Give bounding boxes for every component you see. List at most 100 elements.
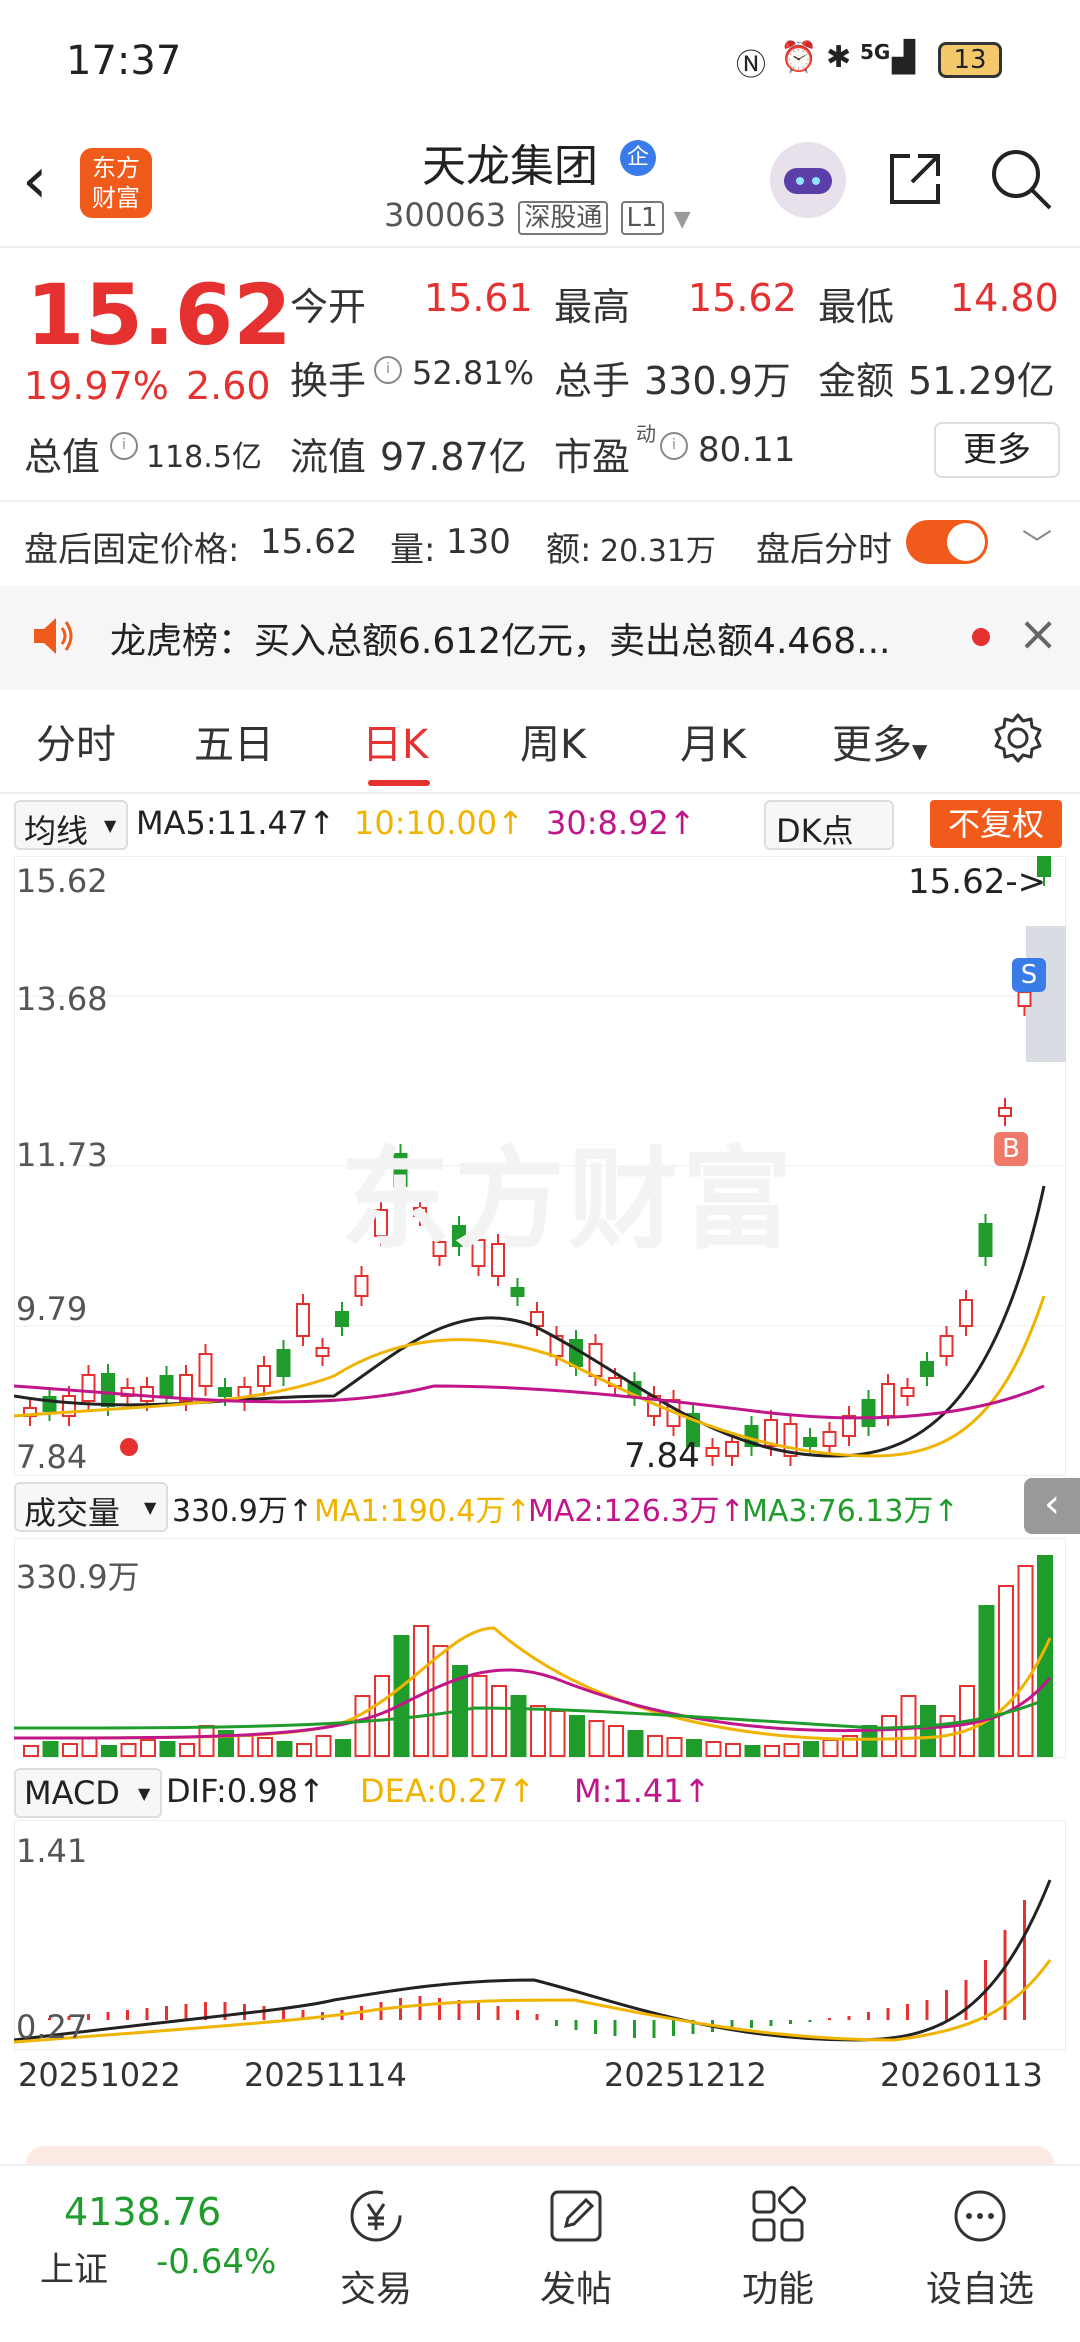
info-icon[interactable]: i: [106, 432, 142, 460]
sell-marker[interactable]: S: [1012, 958, 1046, 992]
active-tab-indicator: [368, 780, 430, 786]
candle: [218, 1387, 232, 1397]
tab-monthly-k[interactable]: 月K: [680, 712, 746, 770]
candle: [959, 1299, 973, 1327]
volume-bar: [471, 1675, 488, 1757]
trade-button[interactable]: 交易: [306, 2186, 446, 2312]
buy-marker[interactable]: B: [994, 1132, 1028, 1166]
current-price: 15.62: [26, 266, 292, 364]
watermark: 东方财富: [340, 1136, 796, 1264]
status-time: 17:37: [66, 38, 182, 84]
add-watchlist-button[interactable]: 设自选: [910, 2186, 1050, 2312]
search-icon[interactable]: [988, 146, 1054, 212]
candle: [159, 1375, 174, 1397]
candle: [81, 1374, 96, 1402]
yen-icon: [350, 2190, 402, 2242]
tab-five-day[interactable]: 五日: [194, 712, 274, 770]
tab-weekly-k[interactable]: 周K: [520, 712, 586, 770]
candle: [861, 1399, 876, 1427]
after-hours-amount-label: 额:: [546, 530, 592, 570]
info-icon[interactable]: i: [370, 356, 406, 384]
collapse-panel-icon[interactable]: ‹: [1024, 1478, 1080, 1534]
amount-value: 51.29亿: [908, 359, 1055, 403]
volume-bar: [803, 1741, 819, 1757]
candle: [530, 1311, 544, 1327]
pe-value: 80.11: [698, 430, 796, 470]
volume-bar: [276, 1741, 293, 1757]
volume-bar: [354, 1695, 371, 1757]
adjust-button[interactable]: 不复权: [930, 800, 1062, 848]
dk-point-button[interactable]: DK点: [764, 800, 894, 850]
volume-bar: [881, 1715, 897, 1757]
volume-bar: [140, 1739, 156, 1757]
divider: [0, 246, 1080, 248]
volume-bar: [510, 1695, 527, 1757]
share-icon[interactable]: [884, 148, 946, 210]
event-dot[interactable]: [120, 1438, 138, 1456]
candle: [335, 1311, 349, 1327]
grid-icon: [752, 2186, 806, 2242]
caret-down-icon: ▼: [673, 207, 691, 232]
assistant-avatar[interactable]: [770, 142, 846, 218]
macd-chart[interactable]: [14, 1820, 1066, 2050]
volume-value: 330.9万↑: [172, 1494, 314, 1529]
caret-down-icon: ▼: [912, 739, 928, 763]
indicator-selector[interactable]: 均线 ▼: [14, 800, 128, 850]
macd-y-top: 1.41: [16, 1832, 88, 1870]
news-text[interactable]: 龙虎榜：买入总额6.612亿元，卖出总额4.468...: [110, 612, 890, 664]
divider: [0, 792, 1080, 794]
volume-selector[interactable]: 成交量 ▼: [14, 1482, 168, 1532]
index-change[interactable]: -0.64%: [156, 2242, 276, 2282]
kline-y-label: 11.73: [16, 1136, 108, 1174]
after-hours-vol-label: 量:: [390, 530, 436, 570]
volume-bar: [666, 1737, 683, 1757]
date-label: 20251022: [18, 2056, 181, 2094]
after-hours-toggle[interactable]: [906, 520, 988, 564]
back-button[interactable]: ‹: [22, 146, 72, 220]
candle: [140, 1386, 154, 1402]
candle: [900, 1387, 915, 1397]
info-icon[interactable]: i: [656, 432, 692, 460]
caret-down-icon: ▼: [138, 1784, 151, 1803]
volume-bar: [978, 1605, 995, 1757]
volume-bar: [686, 1739, 702, 1757]
stock-code-row[interactable]: 300063 深股通 L1 ▼: [384, 196, 691, 235]
turnover-value: 52.81%: [412, 354, 535, 392]
status-bar: 17:37 Ⓝ ⏰ ✱ 5G ▟ 13: [0, 0, 1080, 120]
tab-daily-k[interactable]: 日K: [362, 712, 428, 770]
volume-bar: [1017, 1565, 1034, 1757]
macd-y-mid: 0.27: [16, 2008, 88, 2046]
change-percent: 19.97%: [24, 364, 169, 408]
candle: [822, 1431, 837, 1447]
vol-ma3: MA3:76.13万↑: [742, 1494, 959, 1529]
index-value[interactable]: 4138.76: [64, 2190, 221, 2234]
after-hours-amount: 20.31万: [600, 534, 716, 569]
volume-bar: [335, 1739, 351, 1757]
last-price-marker: 15.62->: [908, 862, 1047, 902]
ma30-label: 30:8.92↑: [546, 804, 696, 842]
index-name[interactable]: 上证: [40, 2242, 108, 2291]
candle: [803, 1437, 817, 1447]
tab-more-label: 更多: [832, 722, 912, 768]
macd-selector[interactable]: MACD ▼: [14, 1768, 162, 1818]
function-button[interactable]: 功能: [708, 2186, 848, 2312]
tab-timeshare[interactable]: 分时: [36, 712, 116, 770]
volume-chart[interactable]: [14, 1538, 1066, 1758]
volume-bar: [705, 1741, 722, 1757]
more-button[interactable]: 更多: [934, 422, 1060, 478]
close-icon[interactable]: ×: [1018, 606, 1058, 662]
candle: [725, 1441, 739, 1457]
gear-icon[interactable]: [992, 712, 1044, 764]
app-logo[interactable]: 东方 财富: [80, 148, 152, 218]
volume-bar: [101, 1745, 117, 1757]
volume-bar: [920, 1705, 936, 1757]
battery-icon: 13: [938, 42, 1002, 78]
tab-more[interactable]: 更多▼: [832, 712, 927, 770]
chevron-down-icon[interactable]: ﹀: [1022, 520, 1052, 564]
vol-ma1: MA1:190.4万↑: [314, 1494, 531, 1529]
post-button[interactable]: 发帖: [506, 2186, 646, 2312]
kline-y-label: 15.62: [16, 862, 108, 900]
kline-y-label: 7.84: [16, 1438, 88, 1476]
stock-name: 天龙集团: [422, 141, 598, 192]
connect-tag: 深股通: [518, 201, 609, 235]
